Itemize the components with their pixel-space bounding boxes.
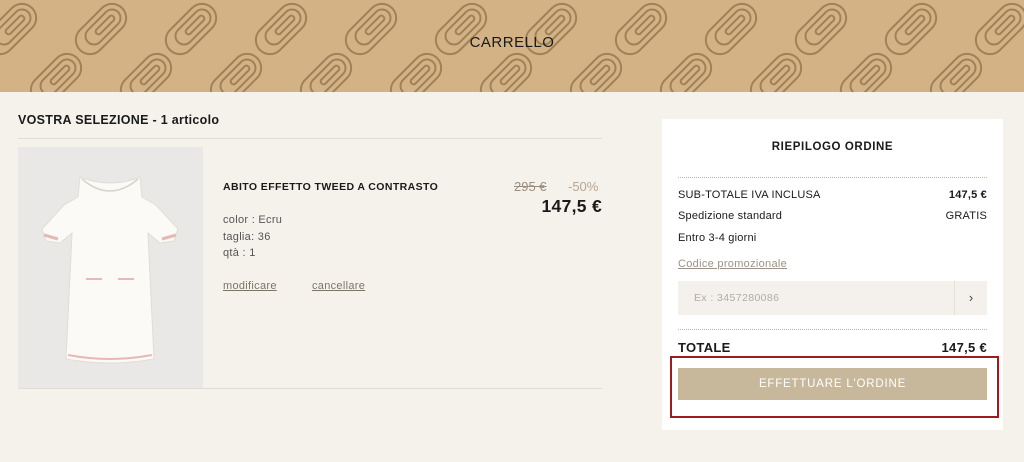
promo-code-input[interactable] — [678, 281, 954, 315]
product-quantity: qtà : 1 — [223, 247, 256, 259]
promo-field: › — [678, 281, 987, 315]
subtotal-value: 147,5 € — [948, 189, 987, 201]
divider — [678, 177, 987, 178]
shipping-value: GRATIS — [945, 210, 987, 222]
delete-link[interactable]: cancellare — [312, 280, 365, 292]
shipping-row: Spedizione standard GRATIS — [678, 210, 987, 222]
subtotal-label: SUB-TOTALE IVA INCLUSA — [678, 189, 821, 201]
dress-icon — [41, 176, 179, 364]
subtotal-row: SUB-TOTALE IVA INCLUSA 147,5 € — [678, 189, 987, 201]
chevron-right-icon: › — [968, 290, 974, 305]
modify-link[interactable]: modificare — [223, 280, 277, 292]
divider — [678, 329, 987, 330]
shipping-label: Spedizione standard — [678, 210, 783, 222]
selection-title: VOSTRA SELEZIONE - 1 articolo — [18, 113, 220, 127]
promo-code-link[interactable]: Codice promozionale — [678, 258, 787, 270]
sale-price: 147,5 € — [541, 196, 602, 216]
discount-badge: -50% — [568, 179, 599, 194]
original-price: 295 € — [514, 179, 547, 194]
product-name: ABITO EFFETTO TWEED A CONTRASTO — [223, 181, 439, 193]
total-label: TOTALE — [678, 340, 731, 355]
place-order-button[interactable]: EFFETTUARE L'ORDINE — [678, 368, 987, 400]
total-row: TOTALE 147,5 € — [678, 340, 987, 355]
delivery-time: Entro 3-4 giorni — [678, 232, 757, 244]
divider — [18, 138, 602, 139]
total-value: 147,5 € — [941, 340, 987, 355]
summary-title: RIEPILOGO ORDINE — [771, 141, 894, 153]
header-banner: CARRELLO — [0, 0, 1024, 92]
product-size: taglia: 36 — [223, 231, 271, 243]
page-title: CARRELLO — [469, 34, 555, 51]
product-image[interactable] — [18, 147, 203, 388]
product-color: color : Ecru — [223, 214, 283, 226]
divider — [18, 388, 602, 389]
promo-submit-button[interactable]: › — [954, 281, 987, 315]
